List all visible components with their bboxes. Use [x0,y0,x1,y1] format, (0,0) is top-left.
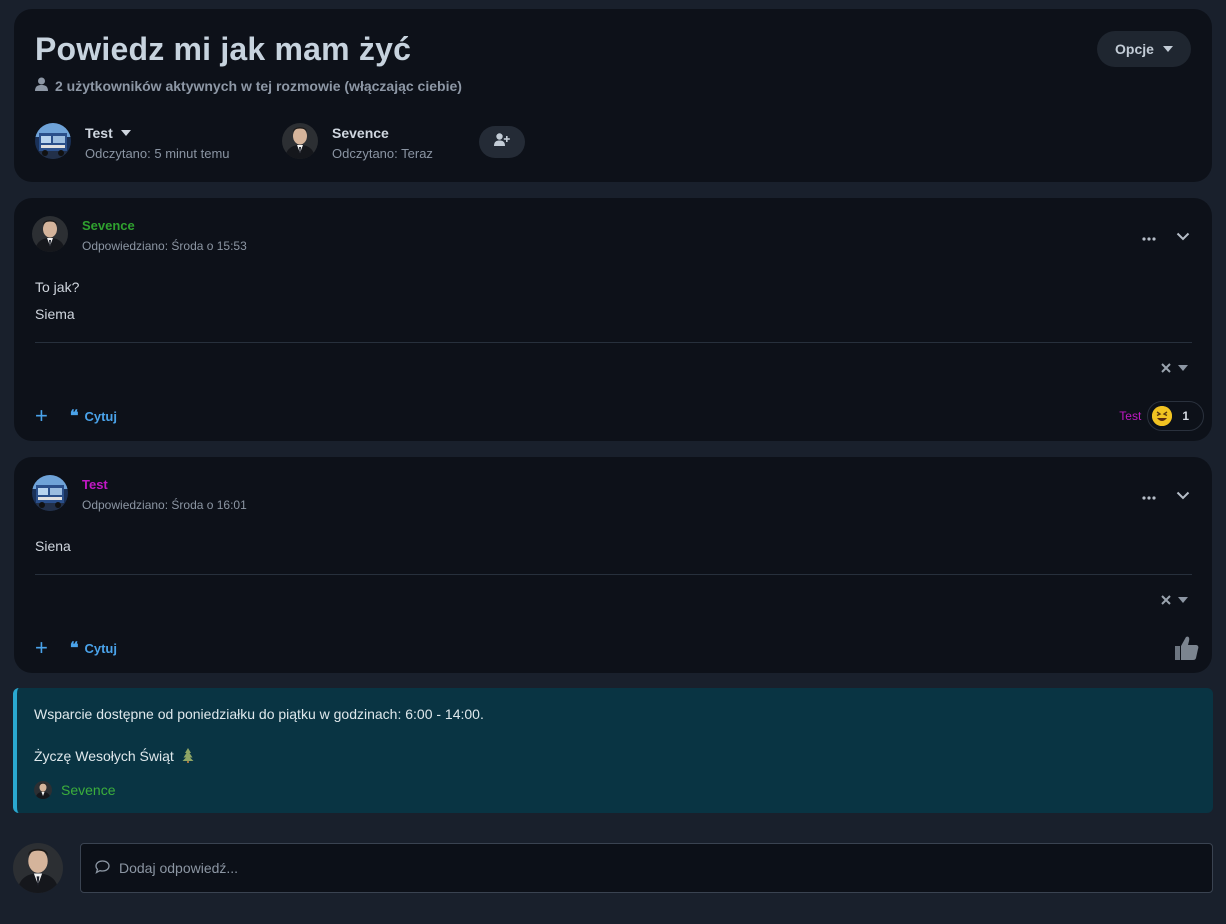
add-user-button[interactable] [479,126,525,158]
message-author[interactable]: Test [82,477,247,492]
signature-name[interactable]: Sevence [61,782,115,798]
greeting-line: Życzę Wesołych Świąt [34,748,194,766]
reaction-controls [1161,360,1188,376]
reply-input[interactable]: Dodaj odpowiedź... [80,843,1213,893]
active-users-info: 2 użytkowników aktywnych w tej rozmowie … [35,77,462,94]
reaction-pill[interactable]: 1 [1147,401,1204,431]
user-icon [35,77,48,94]
message-card: Sevence Odpowiedziano: Środa o 15:53 To … [14,198,1212,441]
message-footer: + ❝ Cytuj [35,405,117,427]
participant-read-status: Odczytano: 5 minut temu [85,146,230,161]
speech-bubble-icon [95,859,110,877]
quote-label: Cytuj [84,640,117,656]
avatar[interactable] [35,123,71,159]
participant-sevence[interactable]: Sevence Odczytano: Teraz [282,123,433,161]
message-date: Odpowiedziano: Środa o 15:53 [82,239,247,253]
caret-down-icon[interactable] [1178,365,1188,371]
reply-placeholder: Dodaj odpowiedź... [119,860,239,876]
participant-name: Sevence [332,125,389,141]
plus-icon[interactable]: + [35,637,48,659]
caret-down-icon[interactable] [1178,597,1188,603]
message-line: Siena [35,538,71,554]
page-title: Powiedz mi jak mam żyć [35,31,412,67]
avatar[interactable] [32,216,68,252]
message-body: To jak? Siema [35,274,79,328]
options-button[interactable]: Opcje [1097,31,1191,67]
close-icon[interactable] [1161,592,1171,608]
conversation-header: Powiedz mi jak mam żyć 2 użytkowników ak… [14,9,1212,182]
plus-icon[interactable]: + [35,405,48,427]
reaction-count: 1 [1182,409,1189,423]
message-footer: + ❝ Cytuj [35,637,117,659]
chevron-down-icon[interactable] [1176,487,1190,505]
support-banner: Wsparcie dostępne od poniedziałku do pią… [13,688,1213,813]
options-label: Opcje [1115,41,1154,57]
ellipsis-icon[interactable] [1142,228,1156,246]
quote-button[interactable]: ❝ Cytuj [69,406,117,425]
caret-down-icon [1162,46,1173,52]
caret-down-icon[interactable] [120,130,131,136]
quote-icon: ❝ [69,406,79,425]
message-card: Test Odpowiedziano: Środa o 16:01 Siena … [14,457,1212,673]
banner-signature: Sevence [34,781,115,799]
reaction-controls [1161,592,1188,608]
chevron-down-icon[interactable] [1176,228,1190,246]
message-body: Siena [35,533,71,560]
message-line: To jak? [35,279,80,295]
active-users-text: 2 użytkowników aktywnych w tej rozmowie … [55,77,462,94]
thumbs-up-icon[interactable] [1172,634,1200,667]
avatar[interactable] [13,843,63,893]
reaction-user[interactable]: Test [1119,409,1141,423]
participant-name: Test [85,125,113,141]
message-line: Siema [35,306,75,322]
message-author[interactable]: Sevence [82,218,247,233]
quote-button[interactable]: ❝ Cytuj [69,638,117,657]
quote-icon: ❝ [69,638,79,657]
participant-read-status: Odczytano: Teraz [332,146,433,161]
quote-label: Cytuj [84,408,117,424]
divider [35,574,1192,575]
grinning-squinting-face-icon [1152,406,1173,426]
avatar[interactable] [282,123,318,159]
avatar[interactable] [32,475,68,511]
divider [35,342,1192,343]
close-icon[interactable] [1161,360,1171,376]
message-date: Odpowiedziano: Środa o 16:01 [82,498,247,512]
support-hours-text: Wsparcie dostępne od poniedziałku do pią… [34,706,484,722]
avatar[interactable] [34,781,52,799]
greeting-text: Życzę Wesołych Świąt [34,748,174,764]
user-plus-icon [494,133,510,151]
reaction-summary: Test 1 [1119,401,1204,431]
ellipsis-icon[interactable] [1142,487,1156,505]
christmas-tree-icon [182,748,194,766]
participant-test[interactable]: Test Odczytano: 5 minut temu [35,123,230,161]
